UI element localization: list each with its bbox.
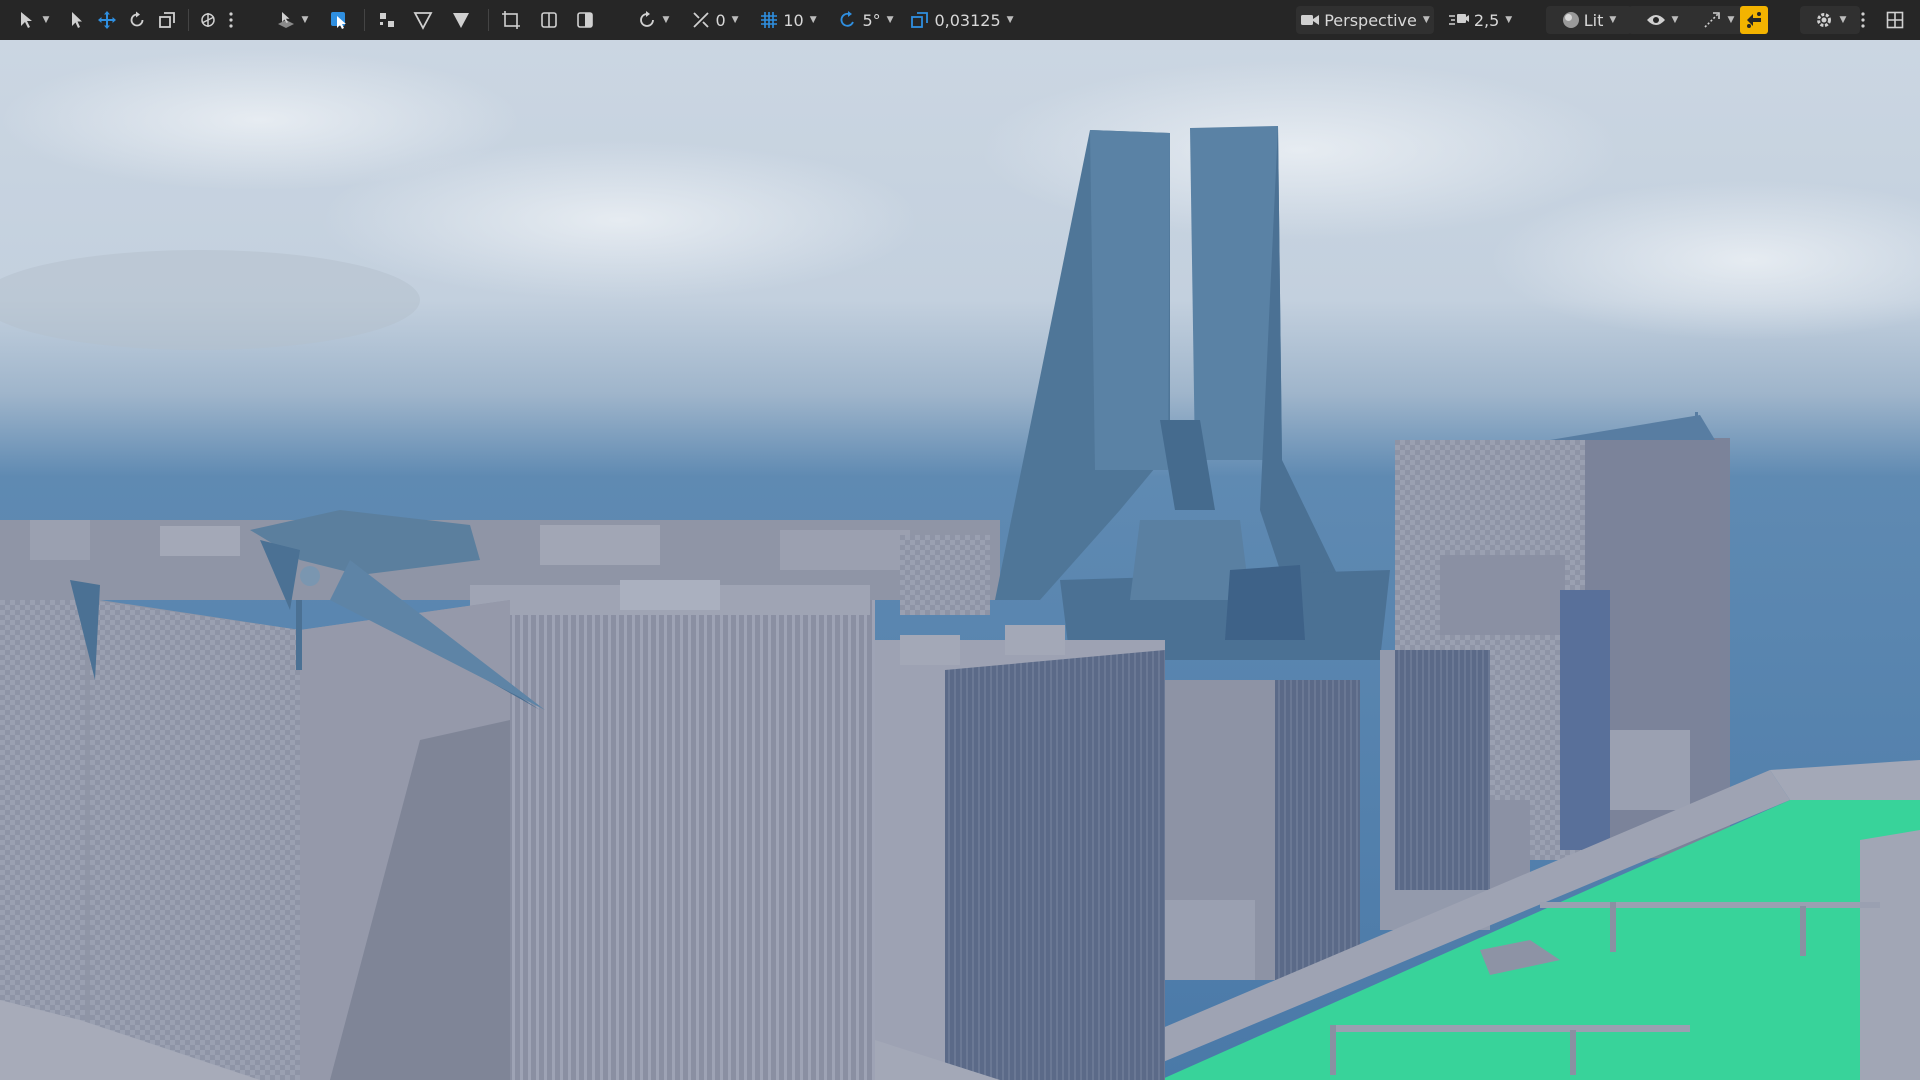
drag-snap-value: 0 [715, 10, 726, 30]
scale-snap-icon [910, 10, 930, 30]
camera-speed-icon [1448, 11, 1470, 29]
camera-icon [1300, 12, 1320, 28]
toolbar-divider [364, 9, 365, 31]
chevron-down-icon: ▼ [1422, 15, 1430, 25]
scene-render[interactable] [0, 40, 1920, 1080]
select-mode-dropdown[interactable]: ▼ [10, 6, 56, 34]
drag-snap-icon [691, 10, 711, 30]
level-viewport[interactable] [0, 40, 1920, 1080]
game-view-toggle[interactable] [1740, 6, 1768, 34]
scale-icon [158, 11, 176, 29]
surface-snap-dropdown[interactable]: ▼ [270, 6, 314, 34]
toolbar-divider [488, 9, 489, 31]
half-frame-icon [539, 10, 559, 30]
viewport-type-dropdown[interactable]: Perspective ▼ [1296, 6, 1434, 34]
translate-icon [97, 10, 117, 30]
shaded-bounds-button[interactable] [572, 6, 598, 34]
drag-snap-dropdown[interactable]: 0 ▼ [688, 6, 742, 34]
translate-tool-button[interactable] [96, 6, 118, 34]
transform-space-button[interactable] [196, 6, 220, 34]
rotate-snap-icon [637, 10, 657, 30]
select-mode-icon [17, 10, 37, 30]
snap-points-icon [377, 10, 397, 30]
kebab-menu-icon [1860, 11, 1866, 29]
rotation-snap-toggle[interactable]: ▼ [632, 6, 674, 34]
more-options-button[interactable] [224, 6, 238, 34]
chevron-down-icon: ▼ [662, 15, 670, 25]
bounds-frame-button[interactable] [498, 6, 524, 34]
chevron-down-icon: ▼ [1839, 15, 1847, 25]
more-icon [228, 11, 234, 29]
layout-grid-icon [1886, 11, 1904, 29]
chevron-down-icon: ▼ [1671, 15, 1679, 25]
view-mode-label: Lit [1583, 10, 1604, 30]
scale-snap-dropdown[interactable]: 0,03125 ▼ [908, 6, 1016, 34]
select-tool-button[interactable] [66, 6, 88, 34]
chevron-down-icon: ▼ [886, 15, 894, 25]
vertex-mode-button[interactable] [410, 6, 436, 34]
viewport-layout-button[interactable] [1882, 6, 1908, 34]
realtime-icon [1702, 10, 1722, 30]
blue-select-icon [329, 10, 349, 30]
shade-icon [575, 10, 595, 30]
camera-speed-dropdown[interactable]: 2,5 ▼ [1448, 6, 1512, 34]
chevron-down-icon: ▼ [1609, 15, 1617, 25]
transform-space-icon [198, 10, 218, 30]
chevron-down-icon: ▼ [42, 15, 50, 25]
game-view-icon [1744, 10, 1764, 30]
rotate-tool-button[interactable] [126, 6, 148, 34]
rotate-icon [128, 11, 146, 29]
triangle-outline-icon [413, 10, 433, 30]
toolbar-divider [188, 9, 189, 31]
chevron-down-icon: ▼ [1006, 15, 1014, 25]
chevron-down-icon: ▼ [1727, 15, 1735, 25]
eye-icon [1646, 13, 1666, 27]
viewport-settings-dropdown[interactable]: ▼ [1800, 6, 1860, 34]
select-highlight-button[interactable] [326, 6, 352, 34]
scale-snap-value: 0,03125 [934, 10, 1001, 30]
chevron-down-icon: ▼ [1505, 15, 1513, 25]
camera-speed-value: 2,5 [1473, 10, 1500, 30]
chevron-down-icon: ▼ [301, 15, 309, 25]
viewport-type-label: Perspective [1324, 10, 1417, 30]
face-mode-button[interactable] [448, 6, 474, 34]
settings-gear-icon [1814, 10, 1834, 30]
scale-tool-button[interactable] [156, 6, 178, 34]
frame-icon [501, 10, 521, 30]
grid-snap-value: 10 [783, 10, 804, 30]
snap-points-button[interactable] [374, 6, 400, 34]
triangle-filled-icon [451, 10, 471, 30]
viewport-toolbar: ▼ ▼ ▼ 0 ▼ 10 ▼ 5° ▼ 0,03125 ▼ Perspectiv… [0, 0, 1920, 41]
rotation-snap-value: 5° [862, 10, 881, 30]
viewport-options-menu[interactable] [1856, 6, 1870, 34]
select-arrow-icon [68, 11, 86, 29]
chevron-down-icon: ▼ [809, 15, 817, 25]
lit-sphere-icon [1562, 11, 1580, 29]
rotation-snap-dropdown[interactable]: 5° ▼ [834, 6, 898, 34]
angle-snap-icon [838, 10, 858, 30]
surface-snap-icon [276, 10, 296, 30]
half-bounds-button[interactable] [536, 6, 562, 34]
view-mode-dropdown[interactable]: Lit ▼ [1546, 6, 1632, 34]
grid-icon [759, 10, 779, 30]
grid-snap-dropdown[interactable]: 10 ▼ [756, 6, 820, 34]
chevron-down-icon: ▼ [731, 15, 739, 25]
